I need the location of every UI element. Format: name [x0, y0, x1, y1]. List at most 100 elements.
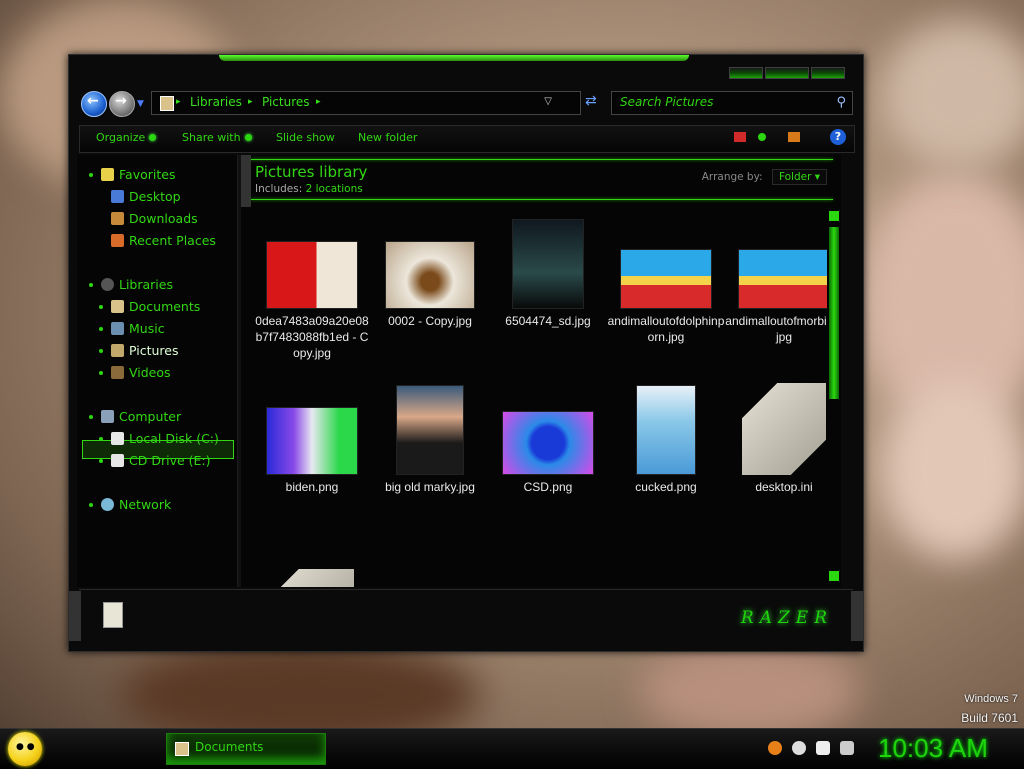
view-options-icon[interactable]	[734, 132, 746, 142]
file-thumbnail	[266, 241, 358, 309]
nav-downloads[interactable]: Downloads	[111, 211, 198, 226]
network-icon[interactable]	[816, 741, 830, 755]
cd-drive-icon	[111, 454, 124, 467]
share-with-button[interactable]: Share with	[182, 131, 252, 144]
file-item[interactable]	[253, 569, 371, 587]
file-thumbnail	[385, 241, 475, 309]
search-box[interactable]: Search Pictures ⚲	[611, 91, 853, 115]
scroll-up-button[interactable]	[829, 211, 839, 221]
vertical-scrollbar[interactable]	[827, 207, 841, 587]
library-includes: Includes: 2 locations	[255, 183, 367, 195]
file-item[interactable]: andimalloutofdolphinporn.jpg	[607, 249, 725, 345]
minimize-button[interactable]	[729, 67, 763, 79]
back-button[interactable]: ←	[81, 91, 107, 117]
file-name: 0dea7483a09a20e08b7f7483088fb1ed - Copy.…	[255, 314, 369, 360]
music-icon	[111, 322, 124, 335]
nav-libraries[interactable]: Libraries	[89, 277, 173, 292]
tray-status-icon[interactable]	[792, 741, 806, 755]
downloads-icon	[111, 212, 124, 225]
chevron-right-icon[interactable]: ▸	[316, 97, 321, 107]
file-item[interactable]: cucked.png	[607, 385, 725, 495]
file-thumbnail	[620, 249, 712, 309]
refresh-icon[interactable]: ⇄	[585, 93, 597, 109]
file-item[interactable]: CSD.png	[489, 411, 607, 495]
navigation-bar: ← → ▼ ▸ Libraries ▸ Pictures ▸ ▽ ⇄ Searc…	[79, 89, 853, 117]
nav-pictures[interactable]: Pictures	[99, 343, 179, 358]
caption-buttons	[729, 67, 845, 79]
libraries-icon	[101, 278, 114, 291]
file-thumbnail	[742, 383, 826, 475]
volume-icon[interactable]	[840, 741, 854, 755]
slide-show-button[interactable]: Slide show	[276, 131, 335, 144]
breadcrumb-pictures[interactable]: Pictures	[262, 95, 310, 109]
view-dropdown-icon[interactable]	[758, 133, 766, 141]
close-button[interactable]	[811, 67, 845, 79]
right-grip	[851, 591, 863, 641]
title-glow	[219, 55, 689, 61]
start-button[interactable]: ● ●	[8, 732, 42, 766]
file-name: cucked.png	[635, 480, 697, 494]
address-bar[interactable]: ▸ Libraries ▸ Pictures ▸ ▽	[151, 91, 581, 115]
command-bar: Organize Share with Slide show New folde…	[79, 125, 855, 153]
file-thumbnail	[266, 407, 358, 475]
file-item[interactable]: 6504474_sd.jpg	[489, 219, 607, 329]
file-item[interactable]: 0002 - Copy.jpg	[371, 241, 489, 329]
explorer-window: ← → ▼ ▸ Libraries ▸ Pictures ▸ ▽ ⇄ Searc…	[68, 54, 864, 652]
search-icon[interactable]: ⚲	[836, 95, 846, 110]
file-name: 6504474_sd.jpg	[505, 314, 591, 328]
dropdown-dot-icon	[244, 134, 252, 141]
file-name: big old marky.jpg	[385, 480, 475, 494]
file-item[interactable]: andimalloutofmorbius.jpg	[725, 249, 841, 345]
file-item[interactable]: biden.png	[253, 407, 371, 495]
includes-label: Includes:	[255, 183, 303, 195]
tray-search-icon[interactable]	[768, 741, 782, 755]
nav-music[interactable]: Music	[99, 321, 165, 336]
smiley-icon: ● ●	[16, 742, 35, 752]
search-input[interactable]: Search Pictures	[620, 95, 713, 109]
nav-recent-places[interactable]: Recent Places	[111, 233, 216, 248]
nav-desktop[interactable]: Desktop	[111, 189, 181, 204]
breadcrumb-libraries[interactable]: Libraries	[190, 95, 242, 109]
forward-button[interactable]: →	[109, 91, 135, 117]
organize-button[interactable]: Organize	[96, 131, 157, 144]
file-item[interactable]: 0dea7483a09a20e08b7f7483088fb1ed - Copy.…	[253, 241, 371, 361]
header-top-line	[251, 159, 833, 160]
nav-favorites[interactable]: Favorites	[89, 167, 175, 182]
file-name: CSD.png	[523, 480, 573, 494]
file-name: andimalloutofmorbius.jpg	[725, 314, 841, 344]
preview-pane-icon[interactable]	[788, 132, 800, 142]
left-grip	[69, 591, 81, 641]
scroll-down-button[interactable]	[829, 571, 839, 581]
address-dropdown-icon[interactable]: ▽	[544, 96, 552, 107]
includes-locations-link[interactable]: 2 locations	[306, 183, 363, 195]
nav-documents[interactable]: Documents	[99, 299, 200, 314]
maximize-button[interactable]	[765, 67, 809, 79]
file-thumbnail	[396, 385, 464, 475]
nav-local-disk[interactable]: Local Disk (C:)	[99, 431, 219, 446]
taskbar-item-documents[interactable]: Documents	[166, 733, 326, 765]
new-folder-button[interactable]: New folder	[358, 131, 417, 144]
arrange-by: Arrange by: Folder ▾	[702, 169, 827, 185]
help-icon[interactable]: ?	[830, 129, 846, 145]
file-item[interactable]: big old marky.jpg	[371, 385, 489, 495]
arrange-by-dropdown[interactable]: Folder ▾	[771, 169, 827, 185]
library-header: Pictures library Includes: 2 locations	[255, 163, 367, 195]
recent-pages-dropdown[interactable]: ▼	[137, 99, 144, 109]
navigation-pane: Favorites Desktop Downloads Recent Place…	[77, 155, 237, 587]
scrollbar-thumb[interactable]	[829, 227, 839, 399]
file-item[interactable]: desktop.ini	[725, 383, 841, 495]
system-tray	[768, 741, 854, 755]
hard-drive-icon	[111, 432, 124, 445]
pictures-icon	[111, 344, 124, 357]
chevron-right-icon[interactable]: ▸	[176, 97, 181, 107]
nav-videos[interactable]: Videos	[99, 365, 171, 380]
nav-cd-drive[interactable]: CD Drive (E:)	[99, 453, 211, 468]
nav-network[interactable]: Network	[89, 497, 171, 512]
file-thumbnail	[502, 411, 594, 475]
nav-computer[interactable]: Computer	[89, 409, 181, 424]
taskbar-clock[interactable]: 10:03 AM	[878, 733, 988, 764]
dropdown-dot-icon	[149, 134, 157, 141]
videos-icon	[111, 366, 124, 379]
chevron-right-icon[interactable]: ▸	[248, 97, 253, 107]
file-thumbnail	[738, 249, 830, 309]
